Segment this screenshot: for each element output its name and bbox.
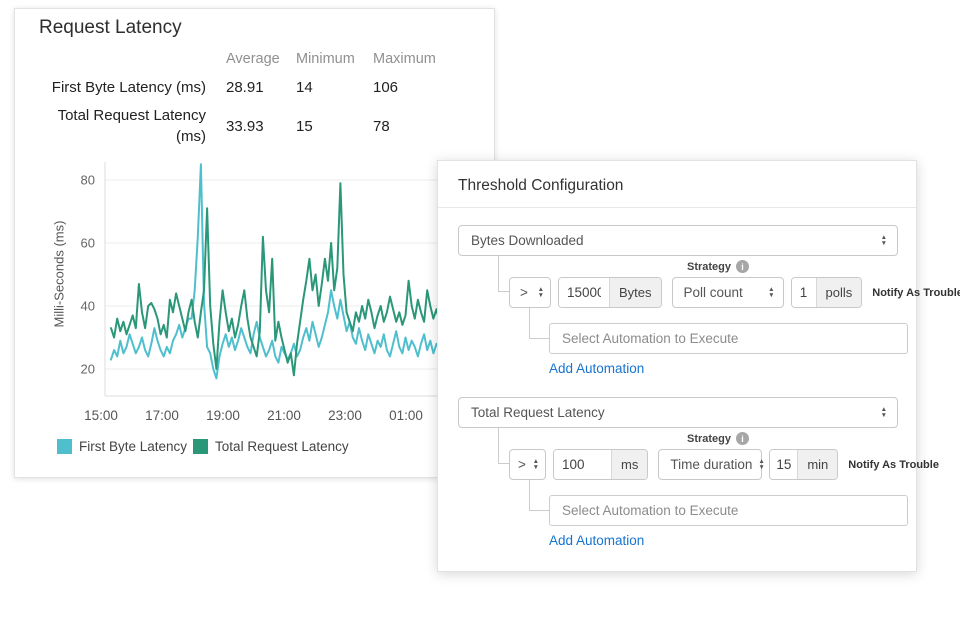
tree-connector [498, 256, 509, 292]
selected-strategy: Poll count [684, 285, 743, 300]
selected-strategy: Time duration [670, 457, 752, 472]
value-minimum: 15 [296, 118, 313, 135]
svg-text:80: 80 [81, 173, 95, 188]
chevron-updown-icon: ▲▼ [881, 407, 887, 418]
selected-comparator: > [520, 285, 528, 300]
value-maximum: 78 [373, 118, 390, 135]
svg-text:23:00: 23:00 [328, 408, 362, 423]
notify-as-trouble-label: Notify As Trouble [872, 287, 960, 299]
chevron-updown-icon: ▲▼ [881, 235, 887, 246]
request-latency-panel: Request Latency Average Minimum Maximum … [14, 8, 495, 478]
automation-select[interactable]: Select Automation to Execute [549, 495, 908, 526]
value-average: 28.91 [226, 79, 264, 96]
strategy-value-group: min [769, 449, 838, 480]
value-minimum: 14 [296, 79, 313, 96]
unit-addon: polls [816, 278, 862, 307]
threshold-rule-row: > ▲▼ ms Time duration ▲▼ min Notify As T… [509, 449, 939, 480]
chevron-updown-icon: ▲▼ [758, 459, 764, 470]
unit-addon: min [797, 450, 837, 479]
svg-text:40: 40 [81, 299, 95, 314]
tree-connector [529, 308, 549, 339]
column-minimum: Minimum [296, 51, 355, 67]
info-icon[interactable]: i [736, 432, 749, 445]
chevron-updown-icon: ▲▼ [768, 287, 774, 298]
threshold-configuration-panel: Threshold Configuration Bytes Downloaded… [437, 160, 917, 572]
selected-comparator: > [518, 457, 526, 472]
value-average: 33.93 [226, 118, 264, 135]
strategy-type-select[interactable]: Poll count ▲▼ [672, 277, 784, 308]
legend-swatch [193, 439, 208, 454]
info-icon[interactable]: i [736, 260, 749, 273]
legend-item-total-request-latency[interactable]: Total Request Latency [193, 439, 349, 454]
svg-text:17:00: 17:00 [145, 408, 179, 423]
selected-metric: Total Request Latency [471, 405, 605, 420]
comparator-select[interactable]: > ▲▼ [509, 277, 551, 308]
threshold-value-input[interactable] [554, 450, 611, 479]
svg-text:21:00: 21:00 [267, 408, 301, 423]
value-maximum: 106 [373, 79, 398, 96]
add-automation-link[interactable]: Add Automation [549, 533, 644, 548]
svg-text:20: 20 [81, 362, 95, 377]
metric-select-bytes-downloaded[interactable]: Bytes Downloaded ▲▼ [458, 225, 898, 256]
chart-legend: First Byte Latency Total Request Latency [57, 439, 349, 454]
comparator-select[interactable]: > ▲▼ [509, 449, 546, 480]
strategy-text: Strategy [687, 261, 731, 273]
strategy-type-select[interactable]: Time duration ▲▼ [658, 449, 762, 480]
row-label: Total Request Latency (ms) [56, 105, 206, 147]
chevron-updown-icon: ▲▼ [538, 287, 544, 298]
row-label: First Byte Latency (ms) [15, 79, 206, 96]
latency-chart: 20 40 60 80 15:00 17:00 19:00 21:00 23:00 01:00 [15, 159, 496, 429]
column-maximum: Maximum [373, 51, 436, 67]
svg-text:15:00: 15:00 [84, 408, 118, 423]
automation-placeholder: Select Automation to Execute [562, 503, 738, 518]
automation-select[interactable]: Select Automation to Execute [549, 323, 908, 354]
tree-connector [529, 480, 549, 511]
selected-metric: Bytes Downloaded [471, 233, 584, 248]
column-average: Average [226, 51, 280, 67]
strategy-label: Strategy i [633, 260, 803, 273]
strategy-label: Strategy i [633, 432, 803, 445]
threshold-rule-row: > ▲▼ Bytes Poll count ▲▼ polls Notify As… [509, 277, 960, 308]
screen: Request Latency Average Minimum Maximum … [0, 0, 960, 640]
unit-addon: ms [611, 450, 647, 479]
legend-swatch [57, 439, 72, 454]
automation-placeholder: Select Automation to Execute [562, 331, 738, 346]
strategy-text: Strategy [687, 433, 731, 445]
tree-connector [498, 428, 509, 464]
legend-item-first-byte-latency[interactable]: First Byte Latency [57, 439, 187, 454]
svg-text:19:00: 19:00 [206, 408, 240, 423]
strategy-value-input[interactable] [770, 450, 797, 479]
notify-as-trouble-label: Notify As Trouble [848, 459, 939, 471]
add-automation-link[interactable]: Add Automation [549, 361, 644, 376]
chevron-updown-icon: ▲▼ [533, 459, 539, 470]
panel-title: Threshold Configuration [458, 177, 623, 195]
svg-text:01:00: 01:00 [389, 408, 423, 423]
metric-select-total-request-latency[interactable]: Total Request Latency ▲▼ [458, 397, 898, 428]
threshold-value-group: ms [553, 449, 648, 480]
strategy-value-input[interactable] [792, 278, 816, 307]
panel-title: Request Latency [39, 17, 182, 39]
legend-label: Total Request Latency [215, 439, 349, 454]
threshold-value-input[interactable] [559, 278, 609, 307]
legend-label: First Byte Latency [79, 439, 187, 454]
unit-addon: Bytes [609, 278, 661, 307]
strategy-value-group: polls [791, 277, 863, 308]
divider [438, 207, 916, 208]
threshold-value-group: Bytes [558, 277, 662, 308]
svg-text:60: 60 [81, 236, 95, 251]
